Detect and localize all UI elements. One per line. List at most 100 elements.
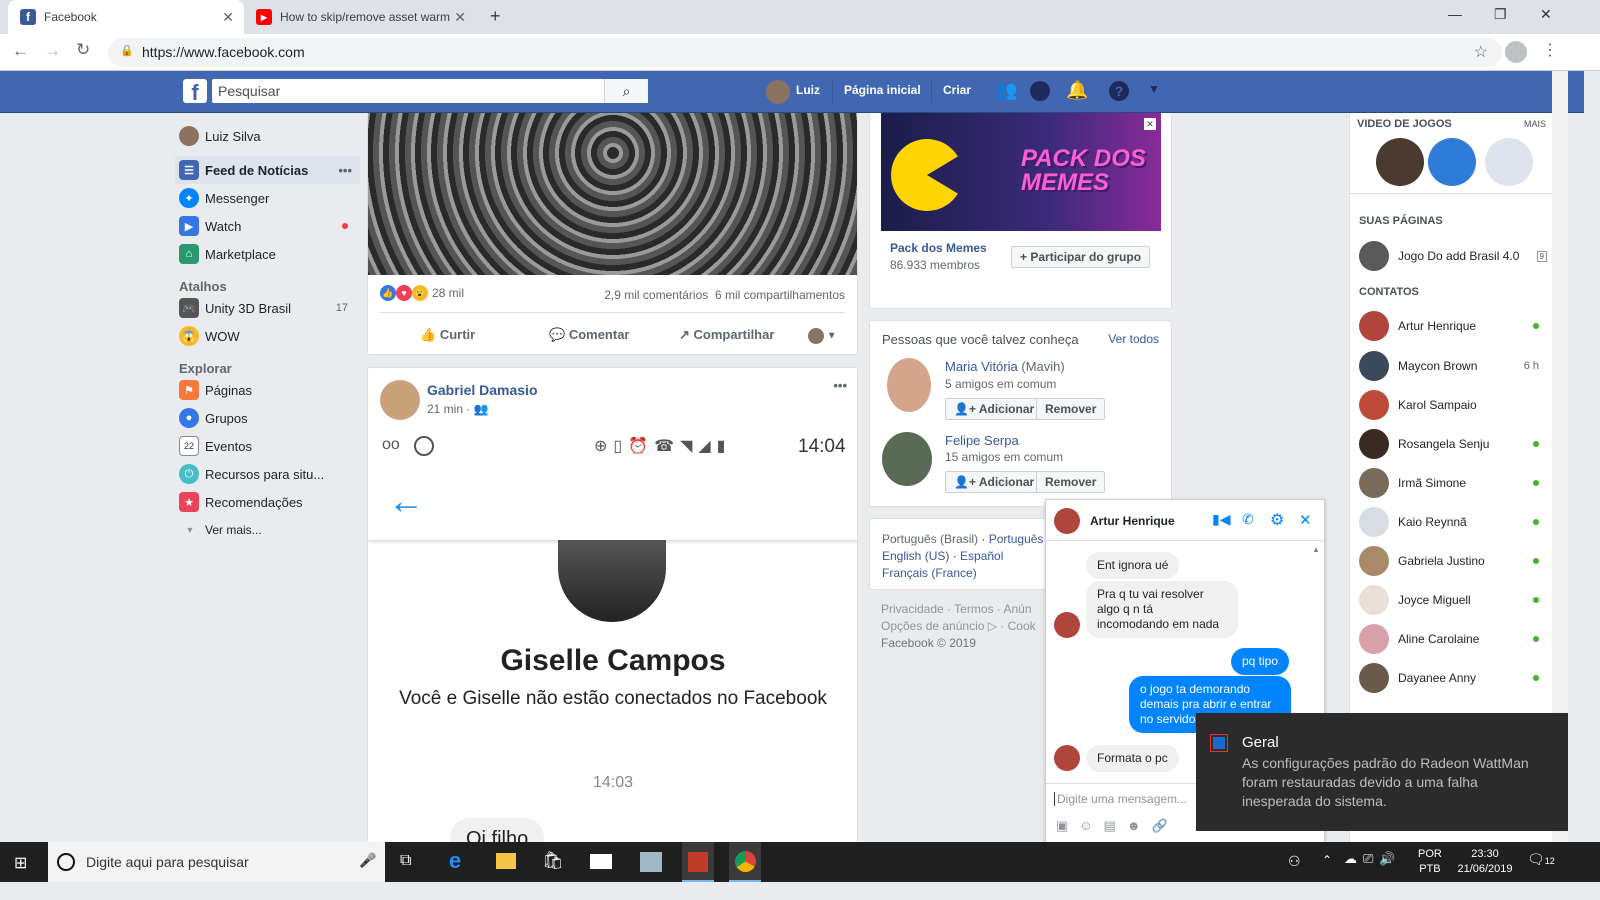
person-name[interactable]: Felipe Serpa <box>945 433 1019 448</box>
notifications-icon[interactable]: 🔔 <box>1066 80 1088 101</box>
user-avatar[interactable] <box>766 80 790 104</box>
browser-menu-icon[interactable]: ⋮ <box>1542 40 1558 60</box>
language-link[interactable]: English (US) <box>882 549 949 563</box>
game-video-avatar[interactable] <box>1428 138 1476 186</box>
windows-start-icon[interactable]: ⊞ <box>14 853 27 873</box>
game-video-avatar[interactable] <box>1485 138 1533 186</box>
system-notification[interactable]: Geral As configurações padrão do Radeon … <box>1196 713 1568 831</box>
reload-icon[interactable]: ↻ <box>76 40 90 60</box>
video-call-icon[interactable]: ▮◀ <box>1212 511 1230 528</box>
nav-watch[interactable]: ▶ Watch <box>175 212 360 240</box>
minimize-icon[interactable]: — <box>1448 6 1462 22</box>
friend-requests-icon[interactable]: 👥 <box>995 80 1017 101</box>
edge-icon[interactable]: e <box>449 848 461 874</box>
phone-call-icon[interactable]: ✆ <box>1242 511 1254 528</box>
shares-count[interactable]: 6 mil compartilhamentos <box>715 288 845 302</box>
see-more-link[interactable]: ▼ Ver mais... <box>175 516 360 544</box>
chat-composer-icons[interactable]: ▣☺▤☻🔗 <box>1056 818 1179 834</box>
person-avatar[interactable] <box>882 432 932 486</box>
more-link[interactable]: MAIS <box>1524 119 1546 129</box>
language-link[interactable]: Español <box>960 549 1003 563</box>
clock[interactable]: 23:30 21/06/2019 <box>1452 847 1518 877</box>
group-name[interactable]: Pack dos Memes <box>890 241 987 255</box>
remove-button[interactable]: Remover <box>1036 471 1106 493</box>
language-link[interactable]: Français (France) <box>882 566 977 580</box>
nav-groups[interactable]: ● Grupos <box>175 404 360 432</box>
author-name[interactable]: Gabriel Damasio <box>427 382 538 398</box>
account-menu-icon[interactable]: ▼ <box>1148 82 1160 96</box>
action-center-icon[interactable]: 🗨12 <box>1527 851 1555 868</box>
shortcut-unity[interactable]: 🎮 Unity 3D Brasil 17 <box>175 294 360 322</box>
help-icon[interactable]: ? <box>1109 81 1129 101</box>
nav-recommendations[interactable]: ★ Recomendações <box>175 488 360 516</box>
search-input[interactable]: Pesquisar <box>212 79 648 103</box>
back-icon[interactable]: ← <box>12 41 29 61</box>
footer-line[interactable]: Opções de anúncio ▷ · Cook <box>881 618 1051 635</box>
post-options-icon[interactable]: ••• <box>833 378 847 393</box>
home-link[interactable]: Página inicial <box>844 83 921 97</box>
store-icon[interactable]: 🛍 <box>542 851 564 871</box>
contact-item[interactable]: Aline Carolaine <box>1359 624 1539 654</box>
close-icon[interactable]: ✕ <box>1144 118 1156 130</box>
profile-avatar-icon[interactable] <box>1505 41 1527 63</box>
people-icon[interactable]: ⚇ <box>1288 853 1301 870</box>
contact-item[interactable]: Artur Henrique <box>1359 311 1539 341</box>
join-group-button[interactable]: + Participar do grupo <box>1011 246 1151 268</box>
chat-contact-name[interactable]: Artur Henrique <box>1090 514 1175 528</box>
contact-item[interactable]: Maycon Brown 6 h <box>1359 351 1539 381</box>
share-button[interactable]: ↗ Compartilhar <box>679 327 774 343</box>
file-explorer-icon[interactable] <box>496 853 516 869</box>
contact-item[interactable]: Kaio Reynnã <box>1359 507 1539 537</box>
footer-line[interactable]: Privacidade · Termos · Anún <box>881 601 1051 618</box>
person-avatar[interactable] <box>887 358 931 412</box>
audience-selector[interactable]: ▼ <box>808 328 837 344</box>
nav-news-feed[interactable]: ☰ Feed de Notícias ••• <box>175 156 360 184</box>
nav-events[interactable]: 22 Eventos <box>175 432 360 460</box>
nav-crisis-response[interactable]: ⏻ Recursos para situ... <box>175 460 360 488</box>
reactions-summary[interactable]: 👍 ♥ 😮 28 mil <box>380 285 464 301</box>
messenger-icon[interactable] <box>1030 81 1050 101</box>
tab-youtube[interactable]: ▶ How to skip/remove asset warmu ✕ <box>244 0 476 34</box>
more-options-icon[interactable]: ••• <box>338 163 352 178</box>
contact-item[interactable]: Gabriela Justino <box>1359 546 1539 576</box>
tray-icons[interactable]: ☁⎚🔊 <box>1344 851 1402 867</box>
like-button[interactable]: 👍 Curtir <box>420 327 475 343</box>
message-input[interactable]: Digite uma mensagem... <box>1054 792 1187 806</box>
taskbar-app-running[interactable] <box>682 842 714 882</box>
nav-pages[interactable]: ⚑ Páginas <box>175 376 360 404</box>
url-field[interactable]: 🔒 https://www.facebook.com ☆ <box>108 38 1502 67</box>
taskbar-chrome[interactable] <box>729 842 761 882</box>
post-image[interactable]: oo ⊕▯⏰☎◥◢▮ 14:04 ← Giselle Campos Você e… <box>368 430 857 843</box>
chat-header[interactable]: Artur Henrique ▮◀ ✆ ⚙ ✕ <box>1046 500 1324 541</box>
add-friend-button[interactable]: 👤+ Adicionar <box>945 398 1044 420</box>
app-icon[interactable] <box>640 852 662 872</box>
create-link[interactable]: Criar <box>943 83 971 97</box>
post-image[interactable] <box>368 113 857 275</box>
scroll-up-icon[interactable]: ▲ <box>1312 545 1320 554</box>
new-tab-button[interactable]: + <box>490 6 501 27</box>
tray-chevron-icon[interactable]: ⌃ <box>1322 853 1332 867</box>
bookmark-star-icon[interactable]: ☆ <box>1474 42 1488 62</box>
close-icon[interactable]: ✕ <box>1299 511 1312 529</box>
contact-item[interactable]: Karol Sampaio <box>1359 390 1539 420</box>
profile-link[interactable]: Luiz <box>796 83 820 97</box>
facebook-logo-icon[interactable]: f <box>183 79 207 105</box>
contact-item[interactable]: Dayanee Anny <box>1359 663 1539 693</box>
close-tab-icon[interactable]: ✕ <box>222 9 234 26</box>
task-view-icon[interactable]: ⧉ <box>400 852 411 870</box>
mail-icon[interactable] <box>590 854 612 869</box>
microphone-icon[interactable]: 🎤 <box>359 852 376 869</box>
author-avatar[interactable] <box>380 380 420 420</box>
forward-icon[interactable]: → <box>44 41 61 61</box>
comment-button[interactable]: 💬 Comentar <box>549 327 630 343</box>
contact-item[interactable]: Joyce Miguell <box>1359 585 1539 615</box>
language-link[interactable]: Português <box>989 532 1044 546</box>
nav-marketplace[interactable]: ⌂ Marketplace <box>175 240 360 268</box>
add-friend-button[interactable]: 👤+ Adicionar <box>945 471 1044 493</box>
search-icon[interactable]: ⌕ <box>604 79 648 103</box>
shortcut-wow[interactable]: 😱 WOW <box>175 322 360 350</box>
close-tab-icon[interactable]: ✕ <box>454 9 466 26</box>
see-all-link[interactable]: Ver todos <box>1108 332 1159 346</box>
gear-icon[interactable]: ⚙ <box>1270 510 1284 530</box>
nav-messenger[interactable]: ✦ Messenger <box>175 184 360 212</box>
